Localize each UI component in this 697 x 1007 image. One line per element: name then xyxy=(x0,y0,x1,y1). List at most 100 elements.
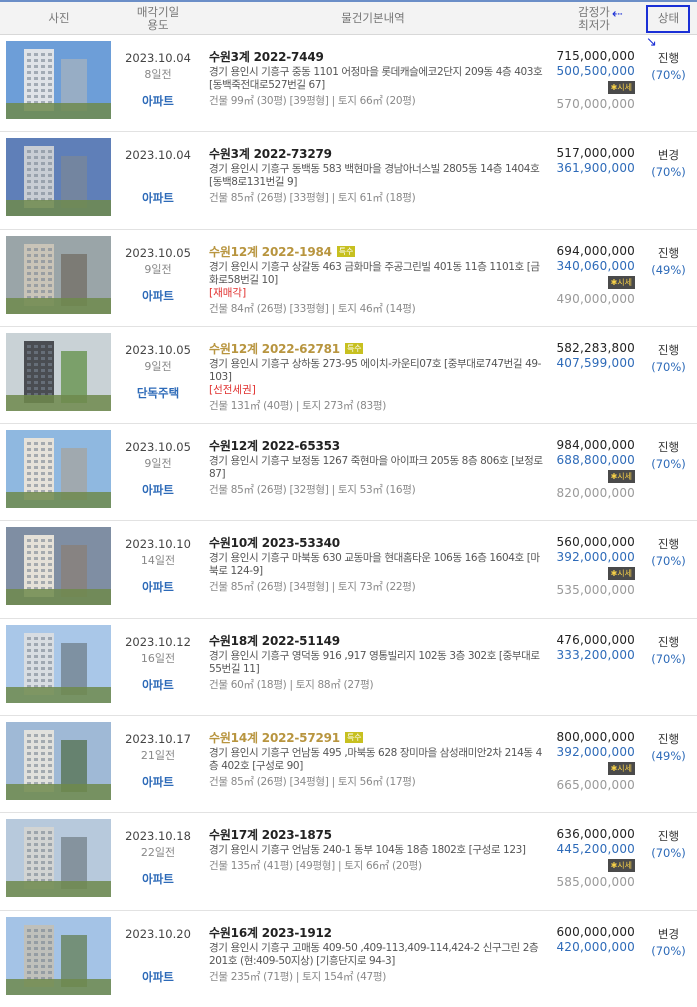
property-type: 아파트 xyxy=(142,483,174,498)
status-label: 진행 xyxy=(657,51,680,65)
market-price-badge[interactable]: ✱시세 xyxy=(607,275,635,289)
auction-date: 2023.10.05 xyxy=(125,440,191,455)
price-cell: 636,000,000 445,200,000 ✱시세 585,000,000 xyxy=(548,827,635,889)
status-cell: 변경 (70%) xyxy=(640,926,697,958)
case-number-link[interactable]: 수원14계 2022-57291 특수 xyxy=(209,729,544,746)
special-tag: [재매각] xyxy=(209,286,247,299)
area-spec: 건물 84㎡ (26평) [33평형] | 토지 46㎡ (14평) xyxy=(209,302,416,315)
info-cell: 수원14계 2022-57291 특수 경기 용인시 기흥구 언남동 495 ,마… xyxy=(209,729,544,789)
property-photo[interactable] xyxy=(6,819,111,898)
table-row[interactable]: 2023.10.10 14일전 아파트 수원10계 2023-53340 경기 … xyxy=(0,521,697,619)
property-photo[interactable] xyxy=(6,235,111,314)
case-number[interactable]: 수원18계 2022-51149 xyxy=(209,634,340,648)
property-type: 아파트 xyxy=(142,677,174,692)
auction-date: 2023.10.17 xyxy=(125,732,191,747)
property-type: 아파트 xyxy=(142,775,174,790)
table-row[interactable]: 2023.10.05 9일전 아파트 수원12계 2022-1984 특수 경기 … xyxy=(0,230,697,327)
case-number[interactable]: 수원17계 2023-1875 xyxy=(209,828,332,842)
property-type: 아파트 xyxy=(142,580,174,595)
status-percent: (70%) xyxy=(651,165,686,180)
minimum-price: 392,000,000 xyxy=(556,550,635,565)
case-number[interactable]: 수원16계 2023-1912 xyxy=(209,926,332,940)
status-cell: 진행 (70%) xyxy=(640,439,697,471)
date-type-cell: 2023.10.10 14일전 아파트 xyxy=(118,521,198,617)
property-photo[interactable] xyxy=(6,722,111,801)
market-price-badge[interactable]: ✱시세 xyxy=(607,567,635,581)
case-number-link[interactable]: 수원3계 2022-73279 xyxy=(209,145,544,162)
case-number-link[interactable]: 수원16계 2023-1912 xyxy=(209,924,544,941)
minimum-price: 500,500,000 xyxy=(556,64,635,78)
appraisal-price: 984,000,000 xyxy=(556,438,635,453)
case-number[interactable]: 수원12계 2022-62781 xyxy=(209,342,340,356)
property-photo[interactable] xyxy=(6,41,111,119)
address: 경기 용인시 기흥구 상갈동 463 금화마을 주공그린빌 401동 11층 1… xyxy=(209,260,540,286)
case-number-link[interactable]: 수원3계 2022-7449 xyxy=(209,48,544,65)
property-photo[interactable] xyxy=(6,332,111,411)
status-highlight-box xyxy=(646,5,690,33)
case-number[interactable]: 수원3계 2022-7449 xyxy=(209,50,324,64)
case-number[interactable]: 수원3계 2022-73279 xyxy=(209,147,332,161)
status-cell: 진행 (70%) xyxy=(640,634,697,666)
arrow-annotation-icon: ⇠ xyxy=(612,7,623,22)
table-row[interactable]: 2023.10.04 아파트 수원3계 2022-73279 경기 용인시 기흥… xyxy=(0,132,697,230)
case-number-link[interactable]: 수원17계 2023-1875 xyxy=(209,826,544,843)
appraisal-price: 694,000,000 xyxy=(556,243,635,258)
status-percent: (70%) xyxy=(651,651,686,666)
table-row[interactable]: 2023.10.12 16일전 아파트 수원18계 2022-51149 경기 … xyxy=(0,619,697,717)
appraisal-price: 800,000,000 xyxy=(556,730,635,745)
market-price-badge[interactable]: ✱시세 xyxy=(607,859,635,873)
status-label: 진행 xyxy=(657,537,680,552)
market-price-badge[interactable]: ✱시세 xyxy=(607,762,635,776)
area-spec: 건물 85㎡ (26평) [34평형] | 토지 73㎡ (22평) xyxy=(209,581,416,594)
property-type: 단독주택 xyxy=(136,385,180,400)
days-ago: 21일전 xyxy=(140,749,176,763)
info-cell: 수원18계 2022-51149 경기 용인시 기흥구 영덕동 916 ,917… xyxy=(209,632,544,692)
info-cell: 수원12계 2022-1984 특수 경기 용인시 기흥구 상갈동 463 금화마… xyxy=(209,243,544,316)
minimum-price: 420,000,000 xyxy=(556,939,635,954)
case-number-link[interactable]: 수원10계 2023-53340 xyxy=(209,534,544,551)
auction-date: 2023.10.05 xyxy=(125,342,191,357)
case-number[interactable]: 수원10계 2023-53340 xyxy=(209,536,340,550)
table-row[interactable]: 2023.10.18 22일전 아파트 수원17계 2023-1875 경기 용… xyxy=(0,813,697,911)
case-number[interactable]: 수원12계 2022-1984 xyxy=(209,245,332,259)
market-price: 535,000,000 xyxy=(556,583,635,598)
status-cell: 진행 (70%) xyxy=(640,828,697,860)
table-row[interactable]: 2023.10.04 8일전 아파트 수원3계 2022-7449 경기 용인시… xyxy=(0,35,697,133)
minimum-price: 392,000,000 xyxy=(556,745,635,760)
header-appraisal: 감정가 xyxy=(578,4,610,19)
table-row[interactable]: 2023.10.20 아파트 수원16계 2023-1912 경기 용인시 기흥… xyxy=(0,911,697,1007)
property-photo[interactable] xyxy=(6,916,111,995)
case-number[interactable]: 수원12계 2022-65353 xyxy=(209,439,340,453)
price-cell: 582,283,800 407,599,000 xyxy=(548,341,635,370)
days-ago: 22일전 xyxy=(140,846,176,860)
case-number-link[interactable]: 수원12계 2022-1984 특수 xyxy=(209,243,544,260)
market-price-badge[interactable]: ✱시세 xyxy=(607,470,635,484)
info-cell: 수원10계 2023-53340 경기 용인시 기흥구 마북동 630 교동마을… xyxy=(209,534,544,594)
market-price: 820,000,000 xyxy=(556,486,635,501)
appraisal-price: 560,000,000 xyxy=(556,535,635,550)
property-type: 아파트 xyxy=(142,94,174,108)
property-photo[interactable] xyxy=(6,527,111,606)
status-label: 변경 xyxy=(657,926,680,941)
table-row[interactable]: 2023.10.05 9일전 단독주택 수원12계 2022-62781 특수 경… xyxy=(0,327,697,425)
case-number-link[interactable]: 수원18계 2022-51149 xyxy=(209,632,544,649)
auction-date: 2023.10.04 xyxy=(125,51,191,65)
case-number-link[interactable]: 수원12계 2022-65353 xyxy=(209,437,544,454)
table-row[interactable]: 2023.10.17 21일전 아파트 수원14계 2022-57291 특수 경… xyxy=(0,716,697,814)
property-photo[interactable] xyxy=(6,624,111,703)
case-number-link[interactable]: 수원12계 2022-62781 특수 xyxy=(209,340,544,357)
status-percent: (70%) xyxy=(651,457,686,472)
case-number[interactable]: 수원14계 2022-57291 xyxy=(209,731,340,745)
appraisal-price: 600,000,000 xyxy=(556,924,635,939)
market-price: 585,000,000 xyxy=(556,875,635,890)
status-percent: (70%) xyxy=(651,359,686,374)
table-row[interactable]: 2023.10.05 9일전 아파트 수원12계 2022-65353 경기 용… xyxy=(0,424,697,522)
market-price-badge[interactable]: ✱시세 xyxy=(607,81,635,94)
address: 경기 용인시 기흥구 언남동 495 ,마북동 628 장미마을 삼성래미안2차… xyxy=(209,747,542,773)
property-photo[interactable] xyxy=(6,138,111,217)
price-cell: 694,000,000 340,060,000 ✱시세 490,000,000 xyxy=(548,244,635,306)
property-photo[interactable] xyxy=(6,430,111,509)
auction-date: 2023.10.12 xyxy=(125,634,191,649)
status-cell: 진행 (49%) xyxy=(640,245,697,277)
date-type-cell: 2023.10.05 9일전 아파트 xyxy=(118,230,198,326)
